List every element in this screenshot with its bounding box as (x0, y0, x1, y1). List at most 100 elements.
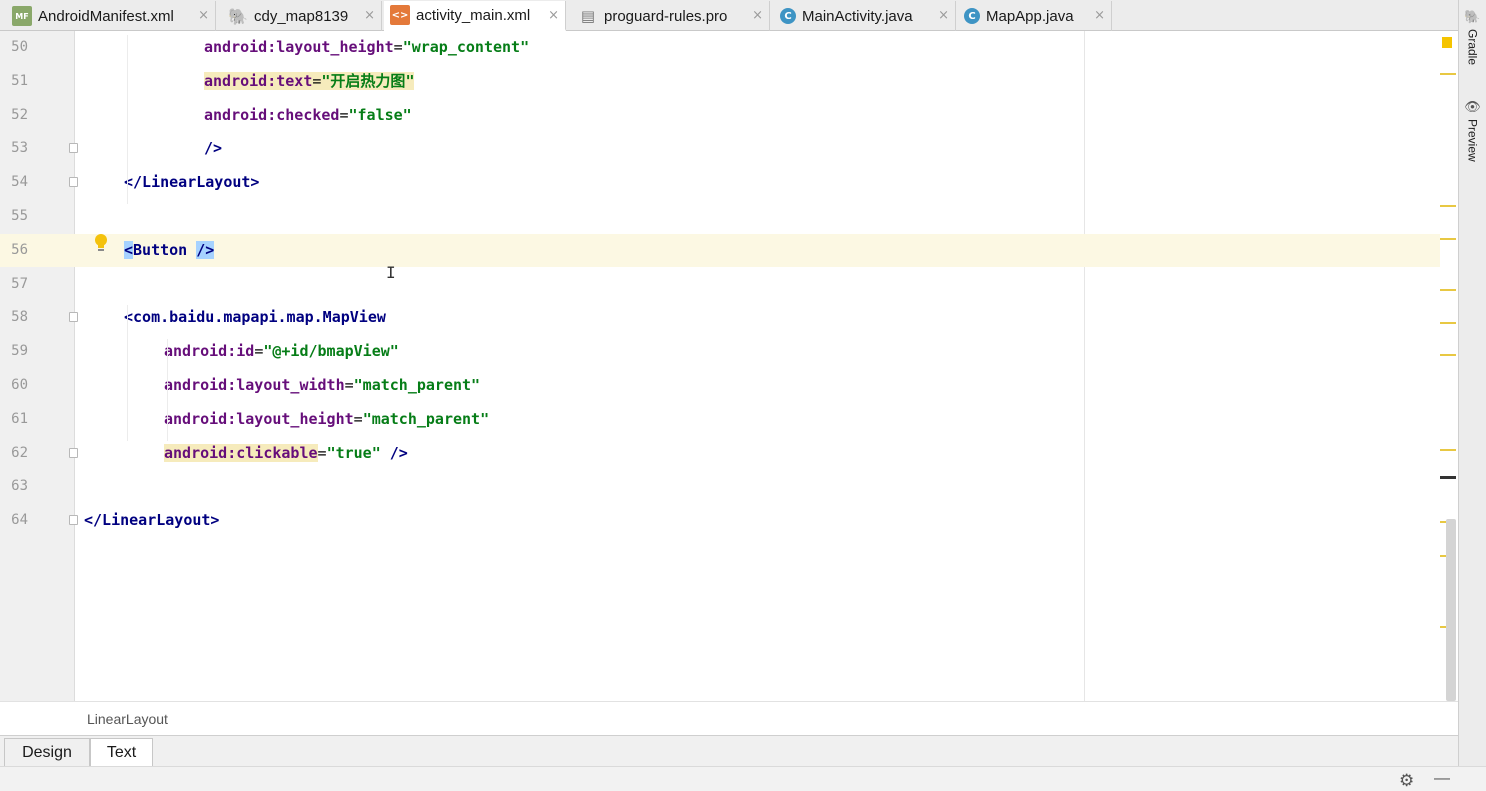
tab-label: cdy_map8139 (254, 7, 349, 25)
fold-marker-icon[interactable] (69, 143, 78, 154)
code-token: /> (204, 139, 223, 158)
warning-marker[interactable] (1440, 354, 1456, 356)
gear-icon[interactable]: ⚙ (1399, 771, 1414, 791)
code-line[interactable]: 58 <com.baidu.mapapi.map.MapView (0, 301, 1440, 334)
minimize-icon[interactable]: — (1434, 770, 1450, 788)
code-text: android:layout_height="match_parent" (164, 403, 489, 436)
status-bar: ⚙ — (0, 766, 1486, 791)
line-number: 62 (11, 444, 28, 461)
warning-marker[interactable] (1440, 205, 1456, 207)
code-token: "开启热力图" (321, 71, 415, 90)
design-text-tabs: Design Text (0, 735, 1460, 766)
code-line[interactable]: 60 android:layout_width="match_parent" (0, 369, 1440, 402)
fold-marker-icon[interactable] (69, 515, 78, 526)
code-token: = (317, 443, 327, 462)
warning-marker[interactable] (1440, 289, 1456, 291)
tab-android-manifest[interactable]: MF AndroidManifest.xml × (6, 1, 216, 31)
code-line[interactable]: 63 (0, 470, 1440, 503)
mouse-text-cursor: I (386, 263, 396, 282)
code-token: android:text (204, 71, 313, 90)
code-line[interactable]: 51 android:text="开启热力图" (0, 65, 1440, 98)
close-icon[interactable]: × (938, 8, 949, 23)
right-tool-window-strip: 🐘 Gradle 👁 Preview (1458, 0, 1486, 766)
code-token: android:layout_height (204, 38, 394, 56)
indent-guide (167, 339, 168, 441)
code-text: /> (204, 132, 222, 165)
lightbulb-icon[interactable] (93, 233, 109, 253)
code-line[interactable]: 55 (0, 200, 1440, 233)
code-text: android:id="@+id/bmapView" (164, 335, 399, 368)
editor-tab-bar: MF AndroidManifest.xml × 🐘 cdy_map8139 ×… (0, 0, 1458, 31)
tab-design[interactable]: Design (4, 738, 90, 766)
line-number: 61 (11, 410, 28, 427)
close-icon[interactable]: × (364, 8, 375, 23)
tab-cdy-map8139[interactable]: 🐘 cdy_map8139 × (222, 1, 382, 31)
code-token: android:id (164, 342, 255, 361)
code-text: android:layout_height="wrap_content" (204, 31, 529, 64)
code-token: < (124, 240, 134, 259)
fold-marker-icon[interactable] (69, 447, 78, 458)
code-token: "false" (348, 105, 412, 124)
line-number: 51 (11, 72, 28, 89)
breadcrumb[interactable]: LinearLayout (87, 711, 168, 727)
code-token: /> (380, 443, 408, 462)
preview-tool-button[interactable]: 👁 Preview (1459, 100, 1486, 162)
caret-marker[interactable] (1440, 476, 1456, 479)
warning-marker[interactable] (1440, 238, 1456, 240)
code-line[interactable]: 50 android:layout_height="wrap_content" (0, 31, 1440, 64)
warning-marker[interactable] (1440, 449, 1456, 451)
code-line[interactable]: 52 android:checked="false" (0, 99, 1440, 132)
scrollbar-thumb[interactable] (1446, 519, 1456, 701)
gradle-tool-button[interactable]: 🐘 Gradle (1459, 10, 1486, 65)
code-line[interactable]: 56 <Button /> (0, 233, 1440, 267)
code-token: </LinearLayout> (84, 511, 220, 530)
code-token: "@+id/bmapView" (263, 342, 399, 361)
fold-marker-icon[interactable] (69, 312, 78, 323)
tab-proguard-rules[interactable]: ▤ proguard-rules.pro × (572, 1, 770, 31)
code-token: "match_parent" (362, 409, 490, 428)
code-token: android:layout_height (164, 409, 354, 428)
gradle-icon: 🐘 (228, 6, 248, 26)
close-icon[interactable]: × (752, 8, 763, 23)
tab-label: proguard-rules.pro (604, 7, 728, 25)
code-line[interactable]: 53 /> (0, 132, 1440, 165)
warning-marker[interactable] (1440, 322, 1456, 324)
code-line[interactable]: 61 android:layout_height="match_parent" (0, 403, 1440, 436)
code-token: <com.baidu.mapapi.map.MapView (124, 308, 386, 327)
code-text: android:layout_width="match_parent" (164, 369, 480, 402)
line-number: 53 (11, 140, 28, 157)
code-text: android:checked="false" (204, 99, 412, 132)
line-number: 63 (11, 478, 28, 495)
code-line[interactable]: 64 </LinearLayout> (0, 504, 1440, 537)
gradle-label: Gradle (1465, 29, 1480, 66)
code-token: android:layout_width (164, 376, 345, 394)
inspection-status-icon[interactable] (1442, 37, 1452, 48)
tab-label: AndroidManifest.xml (38, 7, 174, 25)
tab-design-label: Design (22, 743, 72, 761)
tab-main-activity-java[interactable]: C MainActivity.java × (774, 1, 956, 31)
tab-activity-main-xml[interactable]: <> activity_main.xml × (384, 1, 566, 31)
code-text: android:text="开启热力图" (204, 65, 415, 98)
fold-marker-icon[interactable] (69, 177, 78, 188)
close-icon[interactable]: × (548, 8, 559, 23)
preview-label: Preview (1465, 119, 1480, 162)
code-text: </LinearLayout> (84, 504, 219, 537)
tab-mapapp-java[interactable]: C MapApp.java × (958, 1, 1112, 31)
close-icon[interactable]: × (1094, 8, 1105, 23)
code-line[interactable]: 57 (0, 268, 1440, 301)
breadcrumb-bar: LinearLayout (0, 701, 1460, 735)
tab-text-label: Text (106, 743, 137, 761)
line-number: 64 (11, 512, 28, 529)
code-token: "wrap_content" (402, 38, 530, 56)
close-icon[interactable]: × (198, 8, 209, 23)
code-line[interactable]: 59 android:id="@+id/bmapView" (0, 335, 1440, 368)
error-stripe[interactable] (1440, 31, 1460, 701)
code-token: "match_parent" (353, 376, 481, 394)
manifest-icon: MF (12, 6, 32, 26)
code-editor[interactable]: 50 android:layout_height="wrap_content" 51… (0, 31, 1460, 701)
code-line[interactable]: 54 </LinearLayout> (0, 166, 1440, 199)
code-text: android:clickable="true" /> (164, 437, 408, 470)
code-line[interactable]: 62 android:clickable="true" /> (0, 437, 1440, 470)
warning-marker[interactable] (1440, 73, 1456, 75)
tab-text[interactable]: Text (90, 738, 153, 766)
